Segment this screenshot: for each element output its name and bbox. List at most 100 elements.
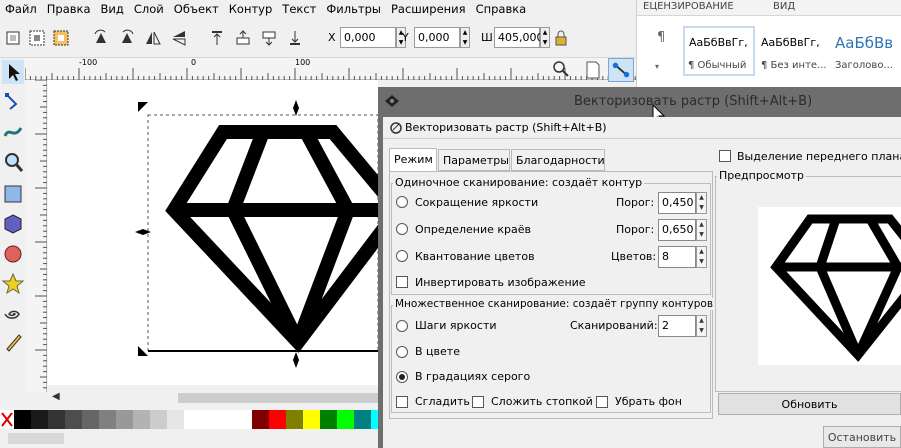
- word-dropdown-icon[interactable]: ▾: [655, 62, 659, 71]
- word-style-heading[interactable]: АаБбВв Заголово...: [833, 26, 901, 76]
- swatch[interactable]: [320, 410, 337, 429]
- tab-options[interactable]: Параметры: [438, 149, 510, 171]
- y-input[interactable]: 0,000: [414, 27, 460, 48]
- swatch[interactable]: [133, 410, 150, 429]
- select-all-layers-icon[interactable]: [28, 29, 46, 47]
- snap-page-icon[interactable]: [584, 60, 602, 80]
- swatch[interactable]: [82, 410, 99, 429]
- swatch[interactable]: [99, 410, 116, 429]
- menu-object[interactable]: Объект: [169, 2, 224, 16]
- menu-file[interactable]: Файл: [0, 2, 42, 16]
- color-quant-radio[interactable]: [396, 250, 408, 262]
- scans-input[interactable]: 2: [658, 315, 696, 337]
- edges-radio[interactable]: [396, 223, 408, 235]
- pencil-tool-icon[interactable]: [2, 330, 24, 354]
- word-tab-view[interactable]: ВИД: [773, 1, 795, 12]
- brightness-label[interactable]: Сокращение яркости: [415, 196, 538, 209]
- no-paint-swatch[interactable]: [0, 410, 14, 429]
- scans-spinner[interactable]: ▲ ▼: [696, 315, 707, 337]
- swatch[interactable]: [303, 410, 320, 429]
- word-pilcrow-icon[interactable]: ¶: [657, 30, 665, 45]
- dialog-outer-titlebar[interactable]: Векторизовать растр (Shift+Alt+B): [378, 87, 901, 117]
- w-spinner[interactable]: ▲ ▼: [540, 27, 550, 48]
- swatch[interactable]: [150, 410, 167, 429]
- swatch[interactable]: [167, 410, 184, 429]
- brightness-threshold-input[interactable]: 0,450: [658, 192, 696, 214]
- in-color-label[interactable]: В цвете: [415, 345, 460, 358]
- swatch[interactable]: [31, 410, 48, 429]
- swatch[interactable]: [354, 410, 371, 429]
- swatch[interactable]: [116, 410, 133, 429]
- swatch[interactable]: [337, 410, 354, 429]
- smooth-label[interactable]: Сгладить: [415, 395, 470, 408]
- menu-text[interactable]: Текст: [277, 2, 321, 16]
- smooth-checkbox[interactable]: [396, 396, 408, 408]
- lower-icon[interactable]: [260, 29, 278, 47]
- flip-vertical-icon[interactable]: [170, 29, 188, 47]
- select-tool-icon[interactable]: [2, 60, 24, 84]
- 3d-box-tool-icon[interactable]: [2, 212, 24, 236]
- stack-label[interactable]: Сложить стопкой: [491, 395, 593, 408]
- in-color-radio[interactable]: [396, 346, 408, 358]
- rotate-ccw-icon[interactable]: [92, 29, 110, 47]
- swatch[interactable]: [201, 410, 218, 429]
- edges-threshold-spinner[interactable]: ▲ ▼: [696, 219, 707, 241]
- foreground-checkbox[interactable]: [719, 150, 731, 162]
- swatch[interactable]: [252, 410, 269, 429]
- drawing-canvas[interactable]: [48, 80, 407, 385]
- select-all-icon[interactable]: [4, 29, 22, 47]
- menu-layer[interactable]: Слой: [129, 2, 169, 16]
- raise-icon[interactable]: [234, 29, 252, 47]
- edges-label[interactable]: Определение краёв: [415, 223, 531, 236]
- tab-mode[interactable]: Режим: [389, 148, 437, 172]
- menu-view[interactable]: Вид: [96, 2, 129, 16]
- tweak-tool-icon[interactable]: [2, 120, 24, 144]
- invert-selection-icon[interactable]: [52, 29, 70, 47]
- swatch[interactable]: [14, 410, 31, 429]
- brightness-threshold-spinner[interactable]: ▲ ▼: [696, 192, 707, 214]
- y-spinner[interactable]: ▲ ▼: [460, 27, 470, 48]
- menu-filters[interactable]: Фильтры: [321, 2, 386, 16]
- swatch[interactable]: [218, 410, 235, 429]
- remove-bg-label[interactable]: Убрать фон: [615, 395, 682, 408]
- rotate-cw-icon[interactable]: [118, 29, 136, 47]
- w-input[interactable]: 405,000: [494, 27, 544, 48]
- diamond-drawing[interactable]: [48, 80, 407, 385]
- snap-nodes-icon[interactable]: [608, 58, 634, 82]
- swatch[interactable]: [286, 410, 303, 429]
- zoom-page-icon[interactable]: [552, 60, 570, 78]
- colors-count-input[interactable]: 8: [658, 246, 696, 268]
- scroll-thumb[interactable]: [178, 393, 378, 403]
- brightness-radio[interactable]: [396, 196, 408, 208]
- star-tool-icon[interactable]: [2, 272, 24, 296]
- word-style-no-spacing[interactable]: АаБбВвГг, ¶ Без инте...: [759, 26, 827, 76]
- palette-scrollbar[interactable]: [8, 433, 64, 444]
- invert-checkbox[interactable]: [396, 276, 408, 288]
- swatch[interactable]: [235, 410, 252, 429]
- word-tab-review[interactable]: ЕЦЕНЗИРОВАНИЕ: [643, 1, 734, 12]
- rectangle-tool-icon[interactable]: [2, 182, 24, 206]
- color-quant-label[interactable]: Квантование цветов: [415, 250, 535, 263]
- zoom-tool-icon[interactable]: [2, 150, 24, 174]
- raise-to-top-icon[interactable]: [208, 29, 226, 47]
- swatch[interactable]: [65, 410, 82, 429]
- grayscale-label[interactable]: В градациях серого: [415, 370, 530, 383]
- menu-edit[interactable]: Правка: [42, 2, 96, 16]
- invert-label[interactable]: Инвертировать изображение: [415, 276, 586, 289]
- foreground-label[interactable]: Выделение переднего плана п: [737, 150, 901, 163]
- edges-threshold-input[interactable]: 0,650: [658, 219, 696, 241]
- scroll-left-arrow[interactable]: ◀: [52, 391, 60, 402]
- colors-count-spinner[interactable]: ▲ ▼: [696, 246, 707, 268]
- grayscale-radio[interactable]: [396, 371, 408, 383]
- swatch[interactable]: [184, 410, 201, 429]
- node-tool-icon[interactable]: [2, 90, 24, 114]
- lower-to-bottom-icon[interactable]: [286, 29, 304, 47]
- flip-horizontal-icon[interactable]: [144, 29, 162, 47]
- canvas-horizontal-scrollbar[interactable]: ◀: [48, 390, 378, 406]
- update-button[interactable]: Обновить: [718, 393, 901, 415]
- menu-extensions[interactable]: Расширения: [386, 2, 471, 16]
- word-style-normal[interactable]: АаБбВвГг, ¶ Обычный: [683, 26, 755, 76]
- lock-icon[interactable]: [552, 29, 570, 47]
- remove-bg-checkbox[interactable]: [596, 396, 608, 408]
- menu-help[interactable]: Справка: [471, 2, 532, 16]
